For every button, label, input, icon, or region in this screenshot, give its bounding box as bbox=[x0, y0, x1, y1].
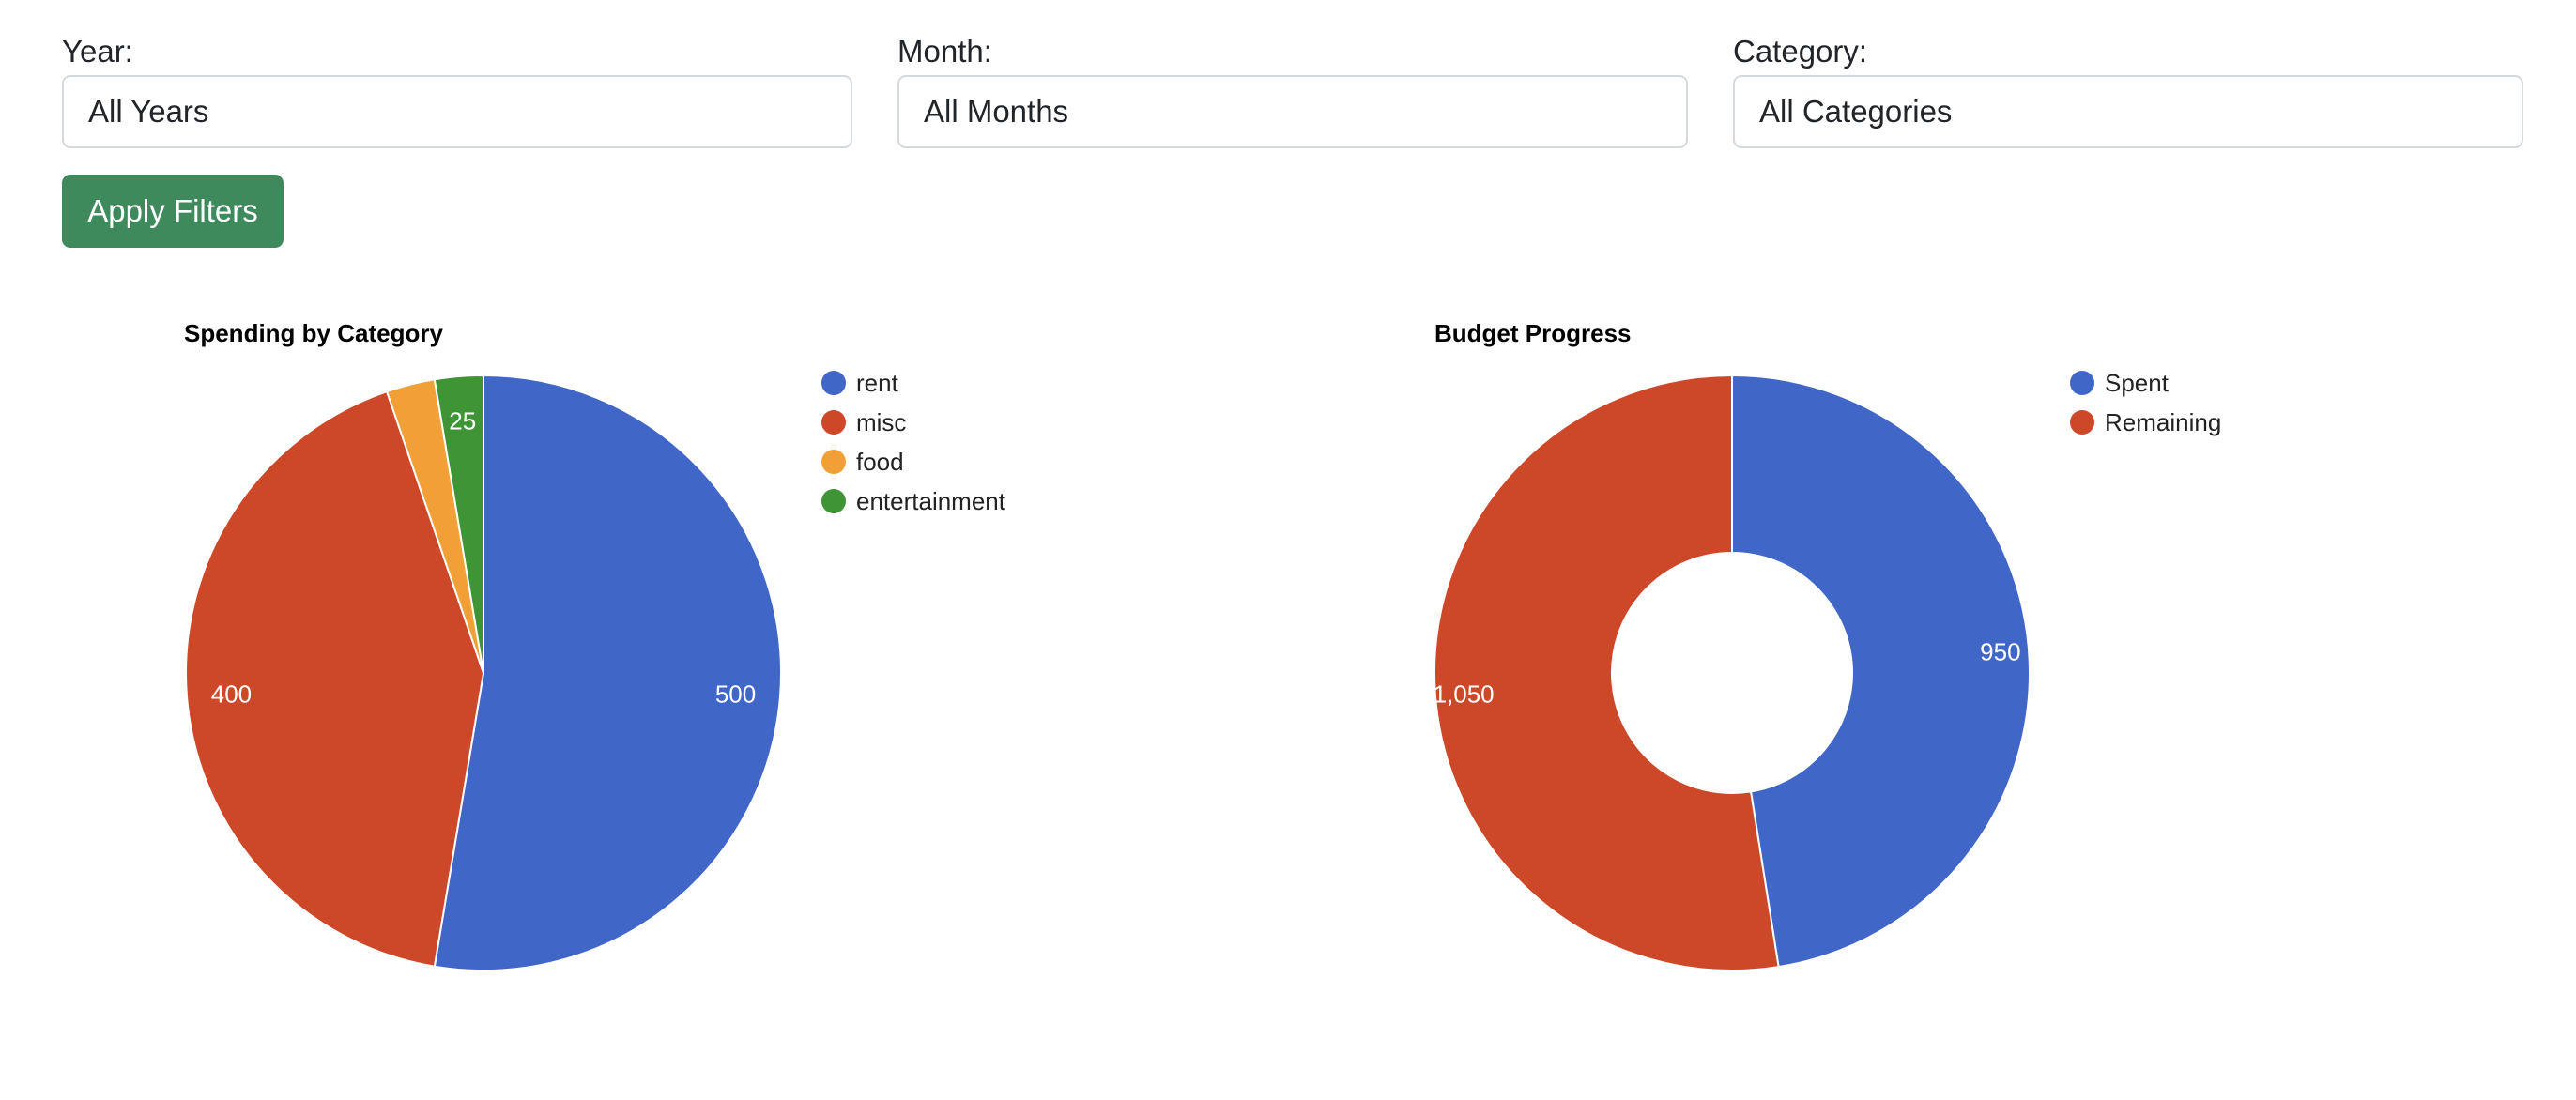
budget-chart-title: Budget Progress bbox=[1434, 319, 1632, 347]
spending-chart-title: Spending by Category bbox=[184, 319, 443, 347]
slice-label-spent: 950 bbox=[1980, 638, 2020, 666]
legend-label-rent[interactable]: rent bbox=[856, 369, 899, 397]
slice-label-misc: 400 bbox=[211, 680, 252, 708]
legend-swatch-misc bbox=[821, 410, 846, 435]
spending-pie-chart: 500 rent 400 misc food 25 entertainment bbox=[185, 369, 1006, 971]
legend-swatch-remaining bbox=[2070, 410, 2094, 435]
legend-label-remaining[interactable]: Remaining bbox=[2105, 408, 2221, 436]
legend-swatch-food bbox=[821, 450, 846, 474]
legend-label-entertainment[interactable]: entertainment bbox=[856, 487, 1006, 515]
slice-remaining[interactable] bbox=[1434, 374, 1780, 971]
legend-swatch-spent bbox=[2070, 371, 2094, 395]
slice-spent[interactable] bbox=[1731, 374, 2031, 969]
slice-label-rent: 500 bbox=[715, 680, 756, 708]
legend-swatch-entertainment bbox=[821, 489, 846, 513]
legend-label-food[interactable]: food bbox=[856, 448, 904, 476]
slice-rent[interactable] bbox=[433, 374, 782, 971]
legend-label-misc[interactable]: misc bbox=[856, 408, 906, 436]
legend-swatch-rent bbox=[821, 371, 846, 395]
slice-label-remaining: 1,050 bbox=[1434, 680, 1495, 708]
budget-donut-chart: 950 Spent 1,050 Remaining bbox=[1434, 369, 2221, 971]
legend-label-spent[interactable]: Spent bbox=[2105, 369, 2170, 397]
charts-area: Spending by Category Budget Progress 500… bbox=[184, 319, 2221, 971]
slice-label-entertainment: 25 bbox=[449, 406, 476, 435]
